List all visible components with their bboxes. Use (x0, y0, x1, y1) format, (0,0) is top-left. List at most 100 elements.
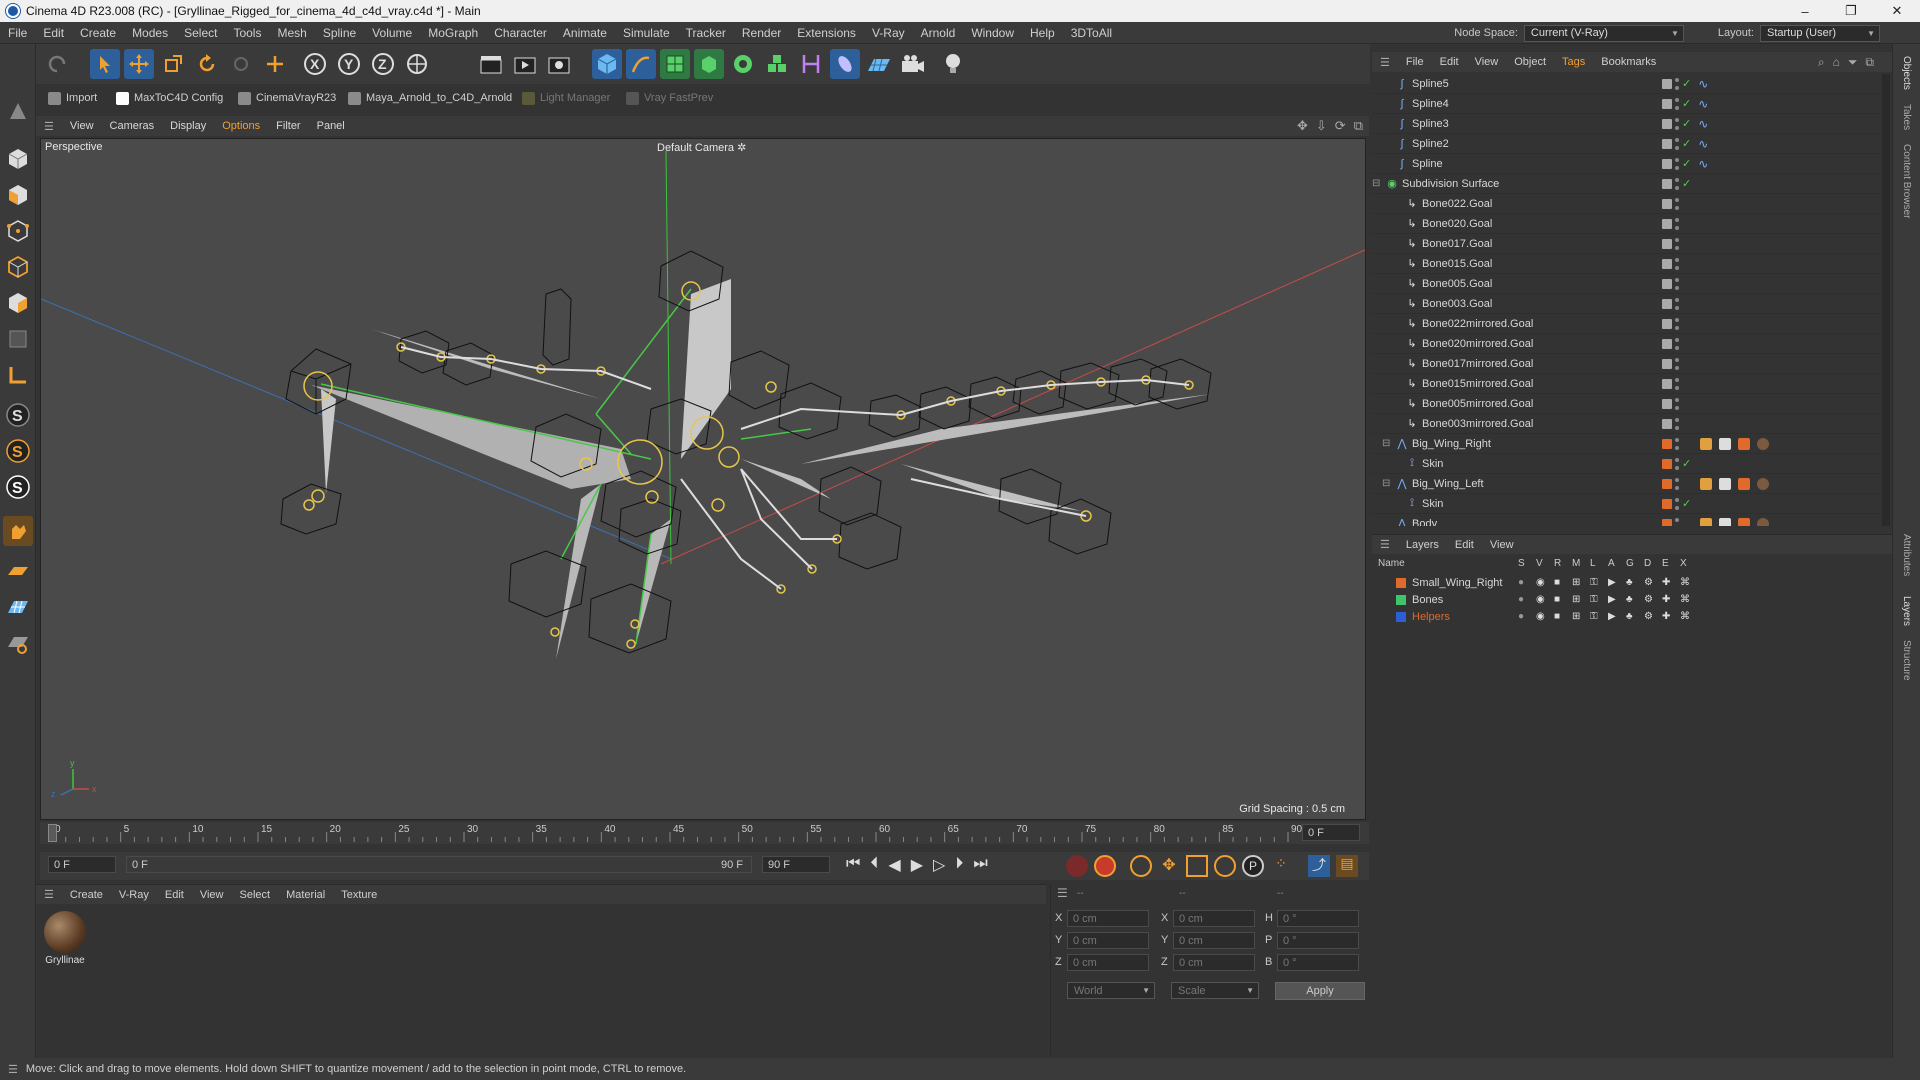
layer-color-swatch[interactable] (1396, 594, 1406, 605)
enabled-check-icon[interactable]: ✓ (1682, 497, 1691, 510)
menu-character[interactable]: Character (486, 26, 555, 40)
enabled-check-icon[interactable]: ✓ (1682, 177, 1691, 190)
close-button[interactable]: ✕ (1874, 0, 1920, 22)
object-row[interactable]: ↳ Bone003mirrored.Goal (1372, 414, 1880, 434)
rotate-view-icon[interactable]: ⟳ (1335, 118, 1346, 134)
layer-row[interactable]: Bones ● ◉ ■ ⊞ ⚿ ▶ ♣ ⚙ ✚ ⌘ (1372, 591, 1892, 608)
object-row[interactable]: ∫ Spline4 ✓ ∿ (1372, 94, 1880, 114)
y-axis-lock-button[interactable]: Y (334, 49, 364, 79)
plugin-vray-fastprev[interactable]: Vray FastPrev (626, 89, 713, 107)
visibility-checkbox[interactable] (1662, 318, 1672, 329)
live-select-button[interactable] (226, 49, 256, 79)
render-picture-viewer-button[interactable] (510, 49, 540, 79)
menu-create[interactable]: Create (72, 26, 124, 40)
cloner-button[interactable] (728, 49, 758, 79)
expand-toggle-icon[interactable]: ⊟ (1372, 178, 1380, 189)
xref-icon[interactable]: ⌘ (1680, 594, 1690, 605)
floor-grid-button[interactable] (3, 556, 33, 586)
coordinate-system-button[interactable] (402, 49, 432, 79)
layer-menu-view[interactable]: View (1482, 539, 1522, 551)
generators-icon[interactable]: ♣ (1626, 577, 1633, 588)
pen-spline-button[interactable] (626, 49, 656, 79)
visibility-dots-icon[interactable] (1675, 117, 1679, 130)
visibility-checkbox[interactable] (1662, 378, 1672, 389)
object-row[interactable]: ↳ Bone020mirrored.Goal (1372, 334, 1880, 354)
object-row[interactable]: ⊟ ⋀ Big_Wing_Right (1372, 434, 1880, 454)
lock-icon[interactable]: ⚿ (1590, 594, 1598, 605)
solo-dot-icon[interactable]: ● (1518, 594, 1524, 605)
object-row[interactable]: ↳ Bone005mirrored.Goal (1372, 394, 1880, 414)
menu-vray[interactable]: V-Ray (864, 26, 913, 40)
object-row[interactable]: ↳ Bone022.Goal (1372, 194, 1880, 214)
spline-tag-icon[interactable]: ∿ (1698, 137, 1708, 151)
enabled-check-icon[interactable]: ✓ (1682, 117, 1691, 130)
visibility-dots-icon[interactable] (1675, 497, 1679, 510)
object-menu-object[interactable]: Object (1506, 56, 1554, 68)
visibility-checkbox[interactable] (1662, 418, 1672, 429)
extrude-button[interactable] (694, 49, 724, 79)
visibility-checkbox[interactable] (1662, 258, 1672, 269)
layer-row[interactable]: Small_Wing_Right ● ◉ ■ ⊞ ⚿ ▶ ♣ ⚙ ✚ ⌘ (1372, 574, 1892, 591)
layer-menu-edit[interactable]: Edit (1447, 539, 1482, 551)
layer-color-swatch[interactable] (1662, 478, 1672, 489)
generators-icon[interactable]: ♣ (1626, 594, 1633, 605)
layer-name[interactable]: Small_Wing_Right (1412, 577, 1502, 589)
menu-extensions[interactable]: Extensions (789, 26, 864, 40)
object-menu-file[interactable]: File (1398, 56, 1432, 68)
layer-color-swatch[interactable] (1662, 518, 1672, 526)
key-pla-icon[interactable]: ⁘ (1270, 855, 1292, 877)
layer-color-swatch[interactable] (1396, 611, 1406, 622)
spline-tag-icon[interactable]: ∿ (1698, 77, 1708, 91)
pose-tag-icon[interactable] (1738, 477, 1750, 490)
select-tool-button[interactable] (90, 49, 120, 79)
axis-mode-button[interactable] (3, 516, 33, 546)
size-mode-dropdown[interactable]: Scale ▼ (1171, 982, 1259, 999)
material-menu-create[interactable]: Create (62, 889, 111, 901)
visibility-dots-icon[interactable] (1675, 177, 1679, 190)
visibility-checkbox[interactable] (1662, 218, 1672, 229)
motion-path-icon[interactable]: ⤴ (1308, 855, 1330, 877)
plugin-import[interactable]: Import (48, 89, 97, 107)
object-list-scrollbar[interactable] (1882, 74, 1890, 526)
spline-tag-icon[interactable]: ∿ (1698, 157, 1708, 171)
visibility-dots-icon[interactable] (1675, 357, 1679, 370)
enabled-check-icon[interactable]: ✓ (1682, 157, 1691, 170)
points-mode-button[interactable] (3, 216, 33, 246)
redo-button[interactable] (42, 49, 72, 79)
deformers-icon[interactable]: ⚙ (1644, 611, 1653, 622)
snap-button[interactable]: S (3, 400, 33, 430)
enabled-check-icon[interactable]: ✓ (1682, 137, 1691, 150)
visibility-checkbox[interactable] (1662, 178, 1672, 189)
visibility-dots-icon[interactable] (1675, 417, 1679, 430)
visibility-dots-icon[interactable] (1675, 137, 1679, 150)
tab-objects[interactable]: Objects (1901, 56, 1912, 90)
menu-select[interactable]: Select (176, 26, 225, 40)
position-z-field[interactable]: 0 cm (1067, 954, 1149, 971)
render-settings-button[interactable] (544, 49, 574, 79)
material-tag-icon[interactable] (1757, 437, 1769, 450)
frame-range-slider[interactable]: 0 F 90 F (126, 856, 752, 873)
pan-view-icon[interactable]: ✥ (1297, 118, 1308, 134)
material-menu-edit[interactable]: Edit (157, 889, 192, 901)
menu-tools[interactable]: Tools (225, 26, 269, 40)
visibility-dots-icon[interactable] (1675, 157, 1679, 170)
object-row[interactable]: ↳ Bone003.Goal (1372, 294, 1880, 314)
visibility-checkbox[interactable] (1662, 98, 1672, 109)
layer-name[interactable]: Bones (1412, 594, 1443, 606)
record-button[interactable] (1066, 855, 1088, 877)
rotation-h-field[interactable]: 0 ° (1277, 910, 1359, 927)
object-menu-edit[interactable]: Edit (1432, 56, 1467, 68)
floor-object-button[interactable] (864, 49, 894, 79)
material-menu-vray[interactable]: V-Ray (111, 889, 157, 901)
generators-icon[interactable]: ♣ (1626, 611, 1633, 622)
expand-toggle-icon[interactable]: ⊟ (1382, 478, 1390, 489)
quantize-button[interactable]: S (3, 472, 33, 502)
menu-file[interactable]: File (0, 26, 35, 40)
previous-key-button[interactable]: ⏴ (870, 855, 878, 875)
tab-layers[interactable]: Layers (1901, 596, 1912, 626)
grid-toggle-button[interactable] (3, 592, 33, 622)
deformers-icon[interactable]: ⚙ (1644, 594, 1653, 605)
camera-object-button[interactable] (898, 49, 928, 79)
tab-attributes[interactable]: Attributes (1901, 534, 1912, 576)
texture-tag-icon[interactable] (1719, 517, 1731, 526)
